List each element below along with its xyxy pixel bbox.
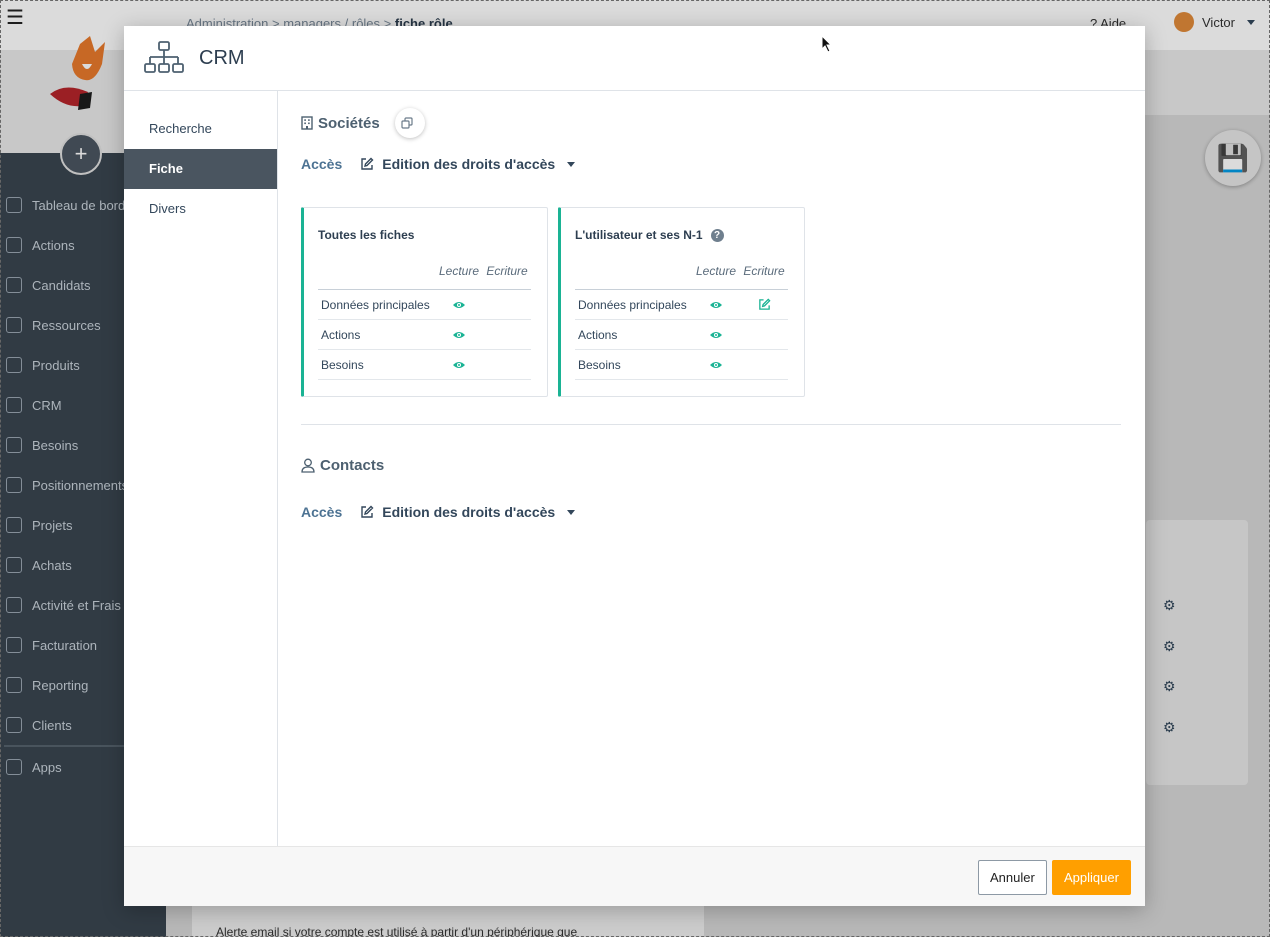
card-title: L'utilisateur et ses N-1 ? [575,228,790,242]
crm-rights-modal: CRM Recherche Fiche Divers Sociétés Accè… [124,26,1145,906]
eye-icon[interactable] [709,360,723,370]
cancel-button[interactable]: Annuler [978,860,1047,895]
user-icon [301,458,315,473]
row-label: Besoins [578,357,621,372]
access-row-societes: Accès Edition des droits d'accès [301,154,1121,174]
card-title-text: L'utilisateur et ses N-1 [575,228,703,242]
table-header: Lecture Ecriture [575,264,788,290]
side-item-recherche[interactable]: Recherche [124,109,277,149]
section-title-contacts: Contacts [320,456,385,474]
eye-icon[interactable] [452,300,466,310]
copy-icon [401,117,413,129]
permission-card: Toutes les fiches Lecture Ecriture Donné… [301,207,548,397]
col-write-header: Ecriture [743,264,785,278]
edit-icon [361,157,374,170]
table-row: Actions [575,320,788,350]
side-item-fiche[interactable]: Fiche [124,149,277,189]
eye-icon[interactable] [709,300,723,310]
modal-body: Sociétés Accès Edition des droits d'accè… [279,91,1145,846]
permission-card: L'utilisateur et ses N-1 ? Lecture Ecrit… [558,207,805,397]
table-row: Besoins [318,350,531,380]
access-label: Accès [301,156,343,172]
access-rights-dropdown[interactable]: Edition des droits d'accès [360,504,576,520]
edit-icon [361,505,374,518]
row-label: Données principales [578,297,687,312]
permission-table: Lecture Ecriture Données principales Act… [575,264,788,380]
building-icon [301,116,313,130]
access-rights-dropdown[interactable]: Edition des droits d'accès [360,156,576,172]
modal-footer: Annuler Appliquer [124,846,1145,906]
apply-button[interactable]: Appliquer [1052,860,1131,895]
help-icon[interactable]: ? [710,228,724,242]
row-label: Besoins [321,357,364,372]
permission-table: Lecture Ecriture Données principales Act… [318,264,531,380]
table-row: Données principales [318,290,531,320]
eye-icon[interactable] [452,360,466,370]
row-label: Données principales [321,297,430,312]
section-contacts-header: Contacts [301,455,1121,475]
col-read-header: Lecture [695,264,737,278]
eye-icon[interactable] [452,330,466,340]
col-write-header: Ecriture [486,264,528,278]
card-title-text: Toutes les fiches [318,228,415,242]
access-label: Accès [301,504,343,520]
hierarchy-icon [144,41,184,73]
table-row: Données principales [575,290,788,320]
row-label: Actions [578,327,618,342]
caret-down-icon [567,161,576,167]
col-read-header: Lecture [438,264,480,278]
caret-down-icon [567,509,576,515]
modal-sidebar: Recherche Fiche Divers [124,91,278,846]
access-edit-label: Edition des droits d'accès [382,156,556,172]
copy-button[interactable] [394,108,425,138]
modal-title: CRM [199,46,245,69]
table-row: Besoins [575,350,788,380]
side-item-divers[interactable]: Divers [124,189,277,229]
card-title: Toutes les fiches [318,228,533,242]
edit-icon[interactable] [758,298,771,311]
section-divider [301,424,1121,425]
access-edit-label: Edition des droits d'accès [382,504,556,520]
mouse-cursor-icon [821,35,833,53]
section-title-societes: Sociétés [318,114,380,132]
access-row-contacts: Accès Edition des droits d'accès [301,502,1121,522]
table-header: Lecture Ecriture [318,264,531,290]
table-row: Actions [318,320,531,350]
modal-header: CRM [124,26,1145,91]
permission-cards: Toutes les fiches Lecture Ecriture Donné… [301,207,1121,397]
section-societes-header: Sociétés [301,107,1121,139]
row-label: Actions [321,327,361,342]
eye-icon[interactable] [709,330,723,340]
